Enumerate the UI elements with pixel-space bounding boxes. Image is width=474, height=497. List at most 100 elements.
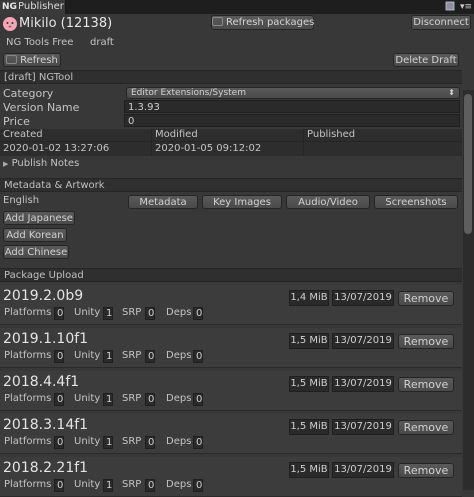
unity-label: Unity (74, 479, 101, 490)
category-dropdown[interactable]: Editor Extensions/System ⬍ (126, 87, 460, 99)
srp-count[interactable]: 0 (145, 350, 155, 363)
avatar (2, 15, 18, 31)
srp-label: SRP (122, 393, 142, 404)
srp-count[interactable]: 0 (145, 436, 155, 449)
package-size: 1,5 MiB (289, 333, 329, 349)
foldout-arrow-icon: ▶ (3, 160, 9, 168)
platforms-count[interactable]: 0 (54, 479, 64, 492)
srp-count[interactable]: 0 (145, 307, 155, 320)
modified-column: Modified (155, 129, 198, 140)
deps-count[interactable]: 0 (193, 479, 203, 492)
add-japanese-button[interactable]: Add Japanese (3, 211, 75, 225)
deps-label: Deps (166, 393, 192, 404)
created-value: 2020-01-02 13:27:06 (3, 143, 110, 154)
package-version: 2019.1.10f1 (3, 331, 89, 347)
add-chinese-button[interactable]: Add Chinese (3, 245, 69, 259)
deps-count[interactable]: 0 (193, 350, 203, 363)
platforms-count[interactable]: 0 (54, 350, 64, 363)
remove-button[interactable]: Remove (398, 377, 454, 392)
disconnect-button[interactable]: Disconnect (411, 15, 471, 30)
refresh-packages-button[interactable]: Refresh packages (211, 15, 314, 30)
modified-value: 2020-01-05 09:12:02 (155, 143, 262, 154)
deps-label: Deps (166, 307, 192, 318)
package-date: 13/07/2019 (332, 333, 394, 349)
unity-count[interactable]: 1 (103, 350, 113, 363)
package-row: 2018.3.14f1 1,5 MiB 13/07/2019 Remove Platfo… (0, 414, 462, 454)
window-menu-icon[interactable]: ▾≡ (460, 0, 472, 14)
package-upload-section-header: Package Upload (0, 268, 462, 282)
deps-label: Deps (166, 479, 192, 490)
srp-count[interactable]: 0 (145, 479, 155, 492)
dropdown-arrow-icon: ⬍ (448, 88, 455, 97)
window-icon[interactable] (445, 1, 457, 12)
deps-count[interactable]: 0 (193, 436, 203, 449)
refresh-button[interactable]: Refresh (3, 53, 61, 67)
window-tab-bar: Publisher NG ▾≡ (0, 0, 474, 14)
divider (303, 129, 304, 156)
add-korean-button[interactable]: Add Korean (3, 228, 67, 242)
platforms-label: Platforms (4, 307, 52, 318)
package-size: 1,4 MiB (289, 290, 329, 306)
unity-count[interactable]: 1 (103, 436, 113, 449)
dates-table: Created Modified Published 2020-01-02 13… (0, 129, 462, 156)
tab-audio-video[interactable]: Audio/Video (286, 195, 370, 209)
scrollbar-thumb[interactable] (464, 94, 472, 234)
deps-count[interactable]: 0 (193, 307, 203, 320)
tab-screenshots[interactable]: Screenshots (374, 195, 458, 209)
toggle-icon (212, 17, 223, 26)
tab-label: Publisher (18, 1, 64, 12)
package-row: 2019.2.0b9 1,4 MiB 13/07/2019 Remove Platfor… (0, 285, 462, 325)
divider (151, 129, 152, 156)
publish-notes-foldout[interactable]: ▶ Publish Notes (3, 158, 79, 169)
remove-button[interactable]: Remove (398, 420, 454, 435)
unity-count[interactable]: 1 (103, 307, 113, 320)
srp-label: SRP (122, 350, 142, 361)
unity-label: Unity (74, 350, 101, 361)
created-column: Created (3, 129, 43, 140)
platforms-count[interactable]: 0 (54, 307, 64, 320)
platforms-count[interactable]: 0 (54, 393, 64, 406)
remove-button[interactable]: Remove (398, 463, 454, 478)
price-field[interactable]: 0 (124, 114, 460, 127)
unity-label: Unity (74, 307, 101, 318)
tab-metadata[interactable]: Metadata (128, 195, 198, 209)
deps-label: Deps (166, 436, 192, 447)
package-status: draft (90, 37, 114, 48)
remove-button[interactable]: Remove (398, 334, 454, 349)
platforms-count[interactable]: 0 (54, 436, 64, 449)
unity-label: Unity (74, 393, 101, 404)
version-name-field[interactable]: 1.3.93 (124, 100, 460, 113)
package-row: 2018.2.21f1 1,5 MiB 13/07/2019 Remove Platfo… (0, 457, 462, 497)
deps-count[interactable]: 0 (193, 393, 203, 406)
platforms-label: Platforms (4, 436, 52, 447)
package-row: 2018.4.4f1 1,5 MiB 13/07/2019 Remove Platfor… (0, 371, 462, 411)
toggle-icon (6, 55, 18, 64)
srp-label: SRP (122, 307, 142, 318)
published-column: Published (307, 129, 356, 140)
publisher-name: Mikilo (12138) (19, 16, 113, 31)
package-row: 2019.1.10f1 1,5 MiB 13/07/2019 Remove Platfo… (0, 328, 462, 368)
dates-header (0, 129, 462, 142)
unity-count[interactable]: 1 (103, 393, 113, 406)
delete-draft-button[interactable]: Delete Draft (393, 53, 459, 67)
platforms-label: Platforms (4, 350, 52, 361)
ng-logo-icon: NG (2, 2, 17, 12)
remove-button[interactable]: Remove (398, 291, 454, 306)
platforms-label: Platforms (4, 393, 52, 404)
category-label: Category (3, 87, 54, 100)
tab-key-images[interactable]: Key Images (202, 195, 282, 209)
srp-label: SRP (122, 436, 142, 447)
package-version: 2019.2.0b9 (3, 288, 84, 304)
language-label: English (3, 195, 40, 206)
version-name-label: Version Name (3, 101, 80, 114)
package-version: 2018.4.4f1 (3, 374, 80, 390)
package-date: 13/07/2019 (332, 290, 394, 306)
platforms-label: Platforms (4, 479, 52, 490)
srp-label: SRP (122, 479, 142, 490)
deps-label: Deps (166, 350, 192, 361)
unity-count[interactable]: 1 (103, 479, 113, 492)
price-label: Price (3, 115, 30, 128)
unity-label: Unity (74, 436, 101, 447)
package-size: 1,5 MiB (289, 462, 329, 478)
srp-count[interactable]: 0 (145, 393, 155, 406)
